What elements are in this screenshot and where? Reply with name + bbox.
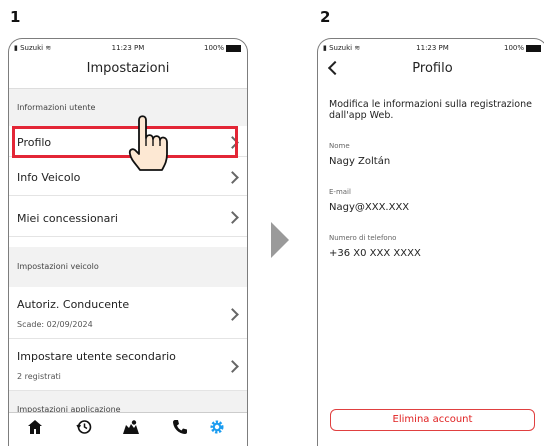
status-bar: ▮ Suzuki ≋ 11:23 PM 100% [318, 39, 544, 55]
chevron-right-icon [226, 308, 239, 321]
page-title: Impostazioni [86, 61, 170, 76]
tab-phone[interactable] [169, 419, 191, 439]
map-icon [123, 420, 139, 434]
battery-percent: 100% [503, 44, 524, 52]
phone-label: Numero di telefono [329, 234, 397, 242]
settings-item-label: Autoriz. Conducente [17, 298, 130, 311]
tab-bar [9, 412, 247, 446]
settings-item-secondary-user[interactable]: Impostare utente secondario 2 registrati [9, 339, 247, 391]
section-vehicle-settings: Impostazioni veicolo [9, 247, 247, 287]
chevron-right-icon [226, 171, 239, 184]
phone-screen-settings: ▮ Suzuki ≋ 11:23 PM 100% Impostazioni In… [8, 38, 248, 446]
profile-description: Modifica le informazioni sulla registraz… [329, 99, 532, 121]
settings-icon [210, 420, 224, 434]
settings-item-authorized-driver[interactable]: Autoriz. Conducente Scade: 02/09/2024 [9, 287, 247, 339]
name-value: Nagy Zoltán [329, 156, 391, 167]
status-bar: ▮ Suzuki ≋ 11:23 PM 100% [9, 39, 247, 55]
settings-item-sublabel: Scade: 02/09/2024 [17, 320, 93, 329]
tab-history[interactable] [73, 419, 95, 439]
tab-map[interactable] [120, 419, 142, 439]
step-number-1: 1 [10, 8, 21, 26]
battery-indicator: 100% [504, 44, 541, 52]
home-icon [28, 420, 42, 434]
step-arrow-icon [271, 222, 289, 258]
battery-percent: 100% [203, 44, 224, 52]
email-value: Nagy@XXX.XXX [329, 202, 410, 213]
settings-item-label: Info Veicolo [17, 171, 81, 184]
settings-item-label: Miei concessionari [17, 212, 118, 225]
tab-settings[interactable] [206, 419, 228, 439]
email-label: E-mail [329, 188, 351, 196]
phone-screen-profile: ▮ Suzuki ≋ 11:23 PM 100% Profilo Modific… [317, 38, 544, 446]
delete-account-button[interactable]: Elimina account [330, 409, 535, 431]
settings-item-label: Impostare utente secondario [17, 350, 176, 363]
battery-icon [526, 44, 541, 52]
chevron-right-icon [226, 211, 239, 224]
tab-home[interactable] [24, 419, 46, 439]
chevron-right-icon [226, 360, 239, 373]
page-title: Profilo [412, 61, 453, 76]
step-number-2: 2 [320, 8, 331, 26]
settings-item-sublabel: 2 registrati [17, 372, 61, 381]
battery-icon [226, 44, 241, 52]
name-label: Nome [329, 142, 350, 150]
phone-icon [173, 420, 187, 434]
history-icon [76, 420, 92, 434]
battery-indicator: 100% [204, 44, 241, 52]
settings-item-dealers[interactable]: Miei concessionari [9, 196, 247, 237]
phone-value: +36 X0 XXX XXXX [329, 248, 421, 259]
pointing-hand-icon [128, 115, 168, 171]
